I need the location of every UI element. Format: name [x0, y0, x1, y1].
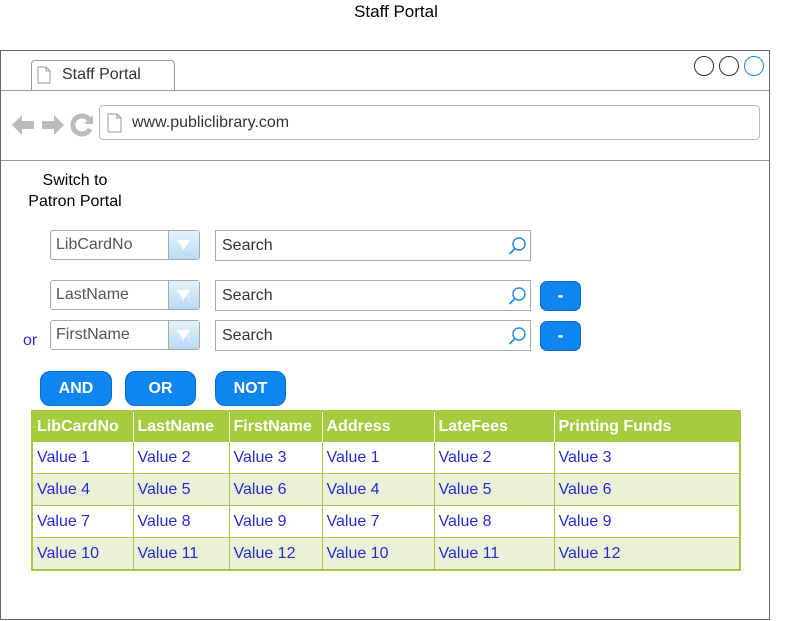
search-placeholder: Search: [222, 237, 273, 254]
field-select-value: LastName: [56, 286, 129, 303]
search-input-lastname[interactable]: Search: [215, 280, 531, 311]
chevron-down-icon: [177, 290, 190, 300]
table-cell: Value 8: [133, 505, 230, 538]
or-label: or: [23, 332, 38, 349]
dropdown-button[interactable]: [168, 281, 199, 309]
tab-title: Staff Portal: [62, 66, 141, 83]
table-cell: Value 5: [434, 473, 555, 506]
search-input-libcardno[interactable]: Search: [215, 230, 531, 261]
table-cell: Value 5: [133, 473, 230, 506]
address-url: www.publiclibrary.com: [132, 114, 290, 131]
window-control-circle-icon[interactable]: [744, 56, 764, 76]
tab-divider: [1, 90, 769, 91]
field-select-firstname[interactable]: FirstName: [50, 320, 200, 350]
table-cell: Value 9: [554, 505, 741, 538]
switch-link-line2: Patron Portal: [28, 193, 122, 210]
field-select-lastname[interactable]: LastName: [50, 280, 200, 310]
table-cell: Value 10: [32, 537, 134, 570]
table-cell: Value 3: [229, 441, 323, 474]
table-cell: Value 6: [554, 473, 741, 506]
table-row[interactable]: Value 7 Value 8 Value 9 Value 7 Value 8 …: [32, 505, 741, 538]
table-cell: Value 12: [554, 537, 741, 570]
table-cell: Value 7: [32, 505, 134, 538]
column-header[interactable]: LibCardNo: [32, 411, 134, 442]
search-placeholder: Search: [222, 287, 273, 304]
table-row[interactable]: Value 10 Value 11 Value 12 Value 10 Valu…: [32, 537, 741, 570]
chevron-down-icon: [177, 240, 190, 250]
table-cell: Value 2: [133, 441, 230, 474]
table-cell: Value 1: [32, 441, 134, 474]
search-icon[interactable]: [508, 286, 527, 305]
table-cell: Value 4: [32, 473, 134, 506]
column-header[interactable]: FirstName: [229, 411, 323, 442]
table-cell: Value 4: [322, 473, 435, 506]
column-header[interactable]: LastName: [133, 411, 230, 442]
document-icon: [37, 66, 51, 84]
table-cell: Value 6: [229, 473, 323, 506]
navigation-buttons: [12, 113, 93, 137]
remove-filter-button[interactable]: -: [540, 321, 581, 351]
refresh-icon[interactable]: [70, 113, 93, 137]
results-table: LibCardNo LastName FirstName Address Lat…: [31, 410, 741, 571]
table-cell: Value 9: [229, 505, 323, 538]
or-button[interactable]: OR: [125, 371, 196, 406]
switch-link-line1: Switch to: [42, 172, 108, 189]
column-header[interactable]: Printing Funds: [554, 411, 741, 442]
search-placeholder: Search: [222, 327, 273, 344]
search-icon[interactable]: [508, 326, 527, 345]
table-cell: Value 11: [133, 537, 230, 570]
column-header[interactable]: LateFees: [434, 411, 555, 442]
table-cell: Value 2: [434, 441, 555, 474]
table-row[interactable]: Value 1 Value 2 Value 3 Value 1 Value 2 …: [32, 441, 741, 474]
search-icon[interactable]: [508, 236, 527, 255]
switch-portal-link[interactable]: Switch to Patron Portal: [18, 170, 132, 212]
table-cell: Value 3: [554, 441, 741, 474]
table-cell: Value 12: [229, 537, 323, 570]
table-cell: Value 8: [434, 505, 555, 538]
back-arrow-icon[interactable]: [12, 115, 34, 135]
window-control-circle-icon[interactable]: [694, 56, 714, 76]
header-divider: [1, 160, 769, 161]
table-cell: Value 7: [322, 505, 435, 538]
chevron-down-icon: [177, 330, 190, 340]
field-select-value: FirstName: [56, 326, 130, 343]
table-cell: Value 10: [322, 537, 435, 570]
dropdown-button[interactable]: [168, 321, 199, 349]
and-button[interactable]: AND: [40, 371, 112, 406]
field-select-value: LibCardNo: [56, 236, 133, 253]
field-select-libcardno[interactable]: LibCardNo: [50, 230, 200, 260]
page-icon: [107, 113, 122, 133]
remove-filter-button[interactable]: -: [540, 281, 581, 311]
page-caption: Staff Portal: [354, 2, 438, 21]
forward-arrow-icon[interactable]: [42, 115, 64, 135]
table-cell: Value 1: [322, 441, 435, 474]
table-header-row: LibCardNo LastName FirstName Address Lat…: [32, 411, 741, 442]
table-row[interactable]: Value 4 Value 5 Value 6 Value 4 Value 5 …: [32, 473, 741, 506]
table-cell: Value 11: [434, 537, 555, 570]
window-control-circle-icon[interactable]: [719, 56, 739, 76]
dropdown-button[interactable]: [168, 231, 199, 259]
not-button[interactable]: NOT: [215, 371, 286, 406]
search-input-firstname[interactable]: Search: [215, 320, 531, 351]
column-header[interactable]: Address: [322, 411, 435, 442]
